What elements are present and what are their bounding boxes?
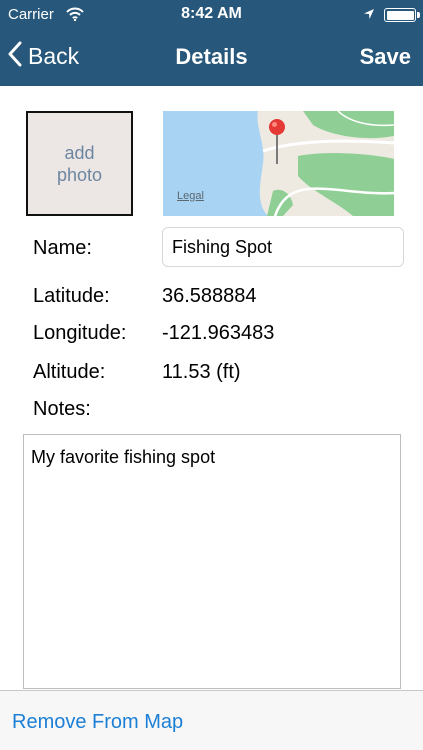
map-legal-link[interactable]: Legal — [177, 190, 204, 202]
latitude-value: 36.588884 — [162, 285, 257, 307]
battery-icon — [384, 8, 420, 22]
notes-textarea[interactable]: My favorite fishing spot — [23, 434, 401, 689]
location-arrow-icon — [363, 7, 375, 25]
map-thumbnail[interactable]: Legal — [163, 111, 394, 216]
status-time: 8:42 AM — [181, 5, 242, 22]
app-header: Carrier 8:42 AM Back Details Save — [0, 0, 423, 86]
longitude-label: Longitude: — [33, 322, 127, 344]
navigation-bar: Back Details Save — [0, 30, 423, 86]
status-bar: Carrier 8:42 AM — [0, 0, 423, 30]
name-field[interactable] — [162, 227, 404, 267]
map-pin-icon — [269, 119, 285, 164]
bottom-toolbar: Remove From Map — [0, 690, 423, 750]
save-button[interactable]: Save — [360, 44, 411, 70]
add-photo-label: add photo — [56, 142, 103, 185]
longitude-value: -121.963483 — [162, 322, 275, 344]
add-photo-button[interactable]: add photo — [26, 111, 133, 216]
notes-label: Notes: — [33, 398, 91, 420]
altitude-value: 11.53 (ft) — [162, 361, 241, 383]
latitude-label: Latitude: — [33, 285, 110, 307]
altitude-label: Altitude: — [33, 361, 106, 383]
name-label: Name: — [33, 237, 92, 259]
remove-from-map-button[interactable]: Remove From Map — [12, 711, 183, 734]
